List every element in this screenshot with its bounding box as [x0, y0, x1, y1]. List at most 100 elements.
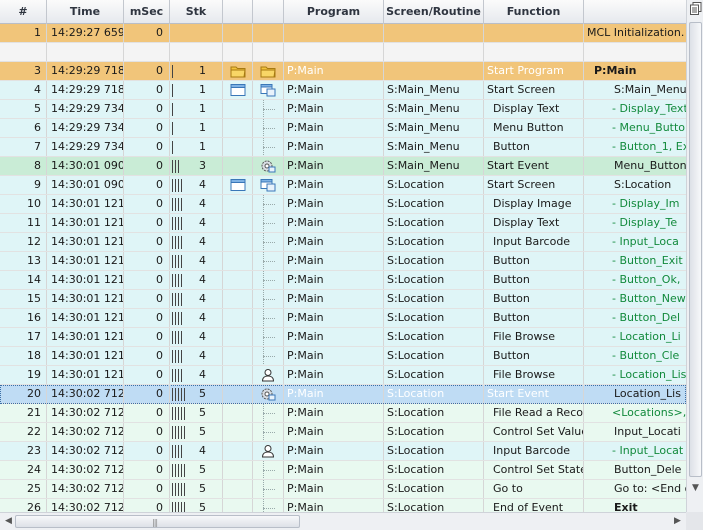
scroll-right-icon[interactable]: ▶: [669, 513, 686, 530]
row-number: 11: [0, 214, 47, 232]
vertical-scrollbar[interactable]: ▼: [686, 0, 703, 512]
row-type-icon: [223, 176, 253, 194]
table-row[interactable]: 18 14:30:01 121 0 4 P:Main S:Location Button - …: [0, 347, 686, 366]
row-time: 14:30:01 121: [47, 271, 124, 289]
table-row[interactable]: 7 14:29:29 734 0 1 P:Main S:Main_Menu Button - …: [0, 138, 686, 157]
table-row[interactable]: 23 14:30:02 712 0 4 P:Main S:Location Input Ba…: [0, 442, 686, 461]
row-stack-depth: 4: [170, 252, 223, 270]
table-row[interactable]: 26 14:30:02 712 0 5 P:Main S:Location End of E…: [0, 499, 686, 512]
event-log-grid[interactable]: # Time mSec Stk Program Screen/Routine F…: [0, 0, 686, 512]
table-row[interactable]: 17 14:30:01 121 0 4 P:Main S:Location File Bro…: [0, 328, 686, 347]
col-header-number[interactable]: #: [0, 0, 47, 24]
scroll-down-icon[interactable]: ▼: [687, 480, 703, 497]
col-header-msec[interactable]: mSec: [124, 0, 170, 24]
table-row[interactable]: 10 14:30:01 121 0 4 P:Main S:Location Display …: [0, 195, 686, 214]
table-row[interactable]: 20 14:30:02 712 0 5 P:Main S:Location Start Ev…: [0, 385, 686, 404]
table-row[interactable]: 1 14:29:27 659 0 MCL Initialization.: [0, 24, 686, 43]
tree-branch-icon: [263, 337, 275, 338]
table-row[interactable]: [0, 43, 686, 62]
tree-branch-icon: [263, 508, 275, 509]
row-program: P:Main: [284, 100, 384, 118]
row-stack-depth: 1: [170, 138, 223, 156]
table-row[interactable]: 21 14:30:02 712 0 5 P:Main S:Location File Rea…: [0, 404, 686, 423]
row-msec: 0: [124, 347, 170, 365]
row-details: MCL Initialization.: [587, 26, 685, 39]
row-tree-icon: [253, 214, 284, 232]
row-type-icon: [223, 214, 253, 232]
row-details: - Button_Del: [612, 311, 681, 324]
row-time: 14:29:29 734: [47, 119, 124, 137]
table-row[interactable]: 4 14:29:29 718 0 1 P:Main S:Main_Menu Start Sc…: [0, 81, 686, 100]
table-row[interactable]: 25 14:30:02 712 0 5 P:Main S:Location Go to Go …: [0, 480, 686, 499]
table-row[interactable]: 15 14:30:01 121 0 4 P:Main S:Location Button - …: [0, 290, 686, 309]
row-number: 13: [0, 252, 47, 270]
row-type-icon: [223, 309, 253, 327]
row-stack-depth: 4: [170, 347, 223, 365]
row-number: 16: [0, 309, 47, 327]
horizontal-scroll-thumb[interactable]: |||: [15, 515, 300, 528]
row-msec: 0: [124, 442, 170, 460]
table-row[interactable]: 16 14:30:01 121 0 4 P:Main S:Location Button - …: [0, 309, 686, 328]
table-row[interactable]: 12 14:30:01 121 0 4 P:Main S:Location Input Ba…: [0, 233, 686, 252]
row-number: 15: [0, 290, 47, 308]
row-function: Start Event: [484, 157, 584, 175]
row-screen-routine: S:Main_Menu: [384, 81, 484, 99]
row-program: P:Main: [284, 176, 384, 194]
col-header-function[interactable]: Function: [484, 0, 584, 24]
col-header-icon2[interactable]: [253, 0, 284, 24]
table-row[interactable]: 19 14:30:01 121 0 4 P:Main S:Location File Bro…: [0, 366, 686, 385]
row-program: P:Main: [284, 252, 384, 270]
horizontal-scrollbar[interactable]: ◀ ||| ▶: [0, 512, 686, 530]
row-number: 5: [0, 100, 47, 118]
row-details: - Display_Text: [612, 102, 686, 115]
row-type-icon: [223, 290, 253, 308]
row-msec: 0: [124, 480, 170, 498]
table-row[interactable]: 11 14:30:01 121 0 4 P:Main S:Location Display …: [0, 214, 686, 233]
row-screen-routine: S:Location: [384, 499, 484, 512]
col-header-screen-routine[interactable]: Screen/Routine: [384, 0, 484, 24]
tree-branch-icon: [263, 318, 275, 319]
stack-depth-value: 4: [199, 349, 206, 362]
row-screen-routine: S:Location: [384, 195, 484, 213]
row-function: Button: [484, 138, 584, 156]
row-details: Go to: <End o: [614, 482, 686, 495]
row-details: - Button_Ok,: [612, 273, 681, 286]
row-number: 4: [0, 81, 47, 99]
table-row[interactable]: 6 14:29:29 734 0 1 P:Main S:Main_Menu Menu But…: [0, 119, 686, 138]
row-program: P:Main: [284, 157, 384, 175]
row-screen-routine: S:Location: [384, 252, 484, 270]
table-row[interactable]: 22 14:30:02 712 0 5 P:Main S:Location Control …: [0, 423, 686, 442]
row-function: Start Screen: [484, 176, 584, 194]
copy-icon[interactable]: [687, 2, 703, 19]
table-row[interactable]: 5 14:29:29 734 0 1 P:Main S:Main_Menu Display …: [0, 100, 686, 119]
col-header-stk[interactable]: Stk: [170, 0, 223, 24]
col-header-icon1[interactable]: [223, 0, 253, 24]
vertical-scroll-thumb[interactable]: [689, 22, 702, 477]
table-row[interactable]: 9 14:30:01 090 0 4 P:Main S:Location Start Scr…: [0, 176, 686, 195]
stack-bars: [172, 426, 185, 439]
row-time: 14:30:01 121: [47, 347, 124, 365]
col-header-details[interactable]: [584, 0, 686, 24]
row-type-icon: [223, 62, 253, 80]
col-header-program[interactable]: Program: [284, 0, 384, 24]
row-tree-icon: [253, 195, 284, 213]
row-function: Menu Button: [484, 119, 584, 137]
col-header-time[interactable]: Time: [47, 0, 124, 24]
table-row[interactable]: 3 14:29:29 718 0 1 P:Main Start Program P:Main: [0, 62, 686, 81]
table-row[interactable]: 24 14:30:02 712 0 5 P:Main S:Location Control …: [0, 461, 686, 480]
row-program: P:Main: [284, 461, 384, 479]
row-function: Control Set State: [484, 461, 584, 479]
tree-branch-icon: [263, 280, 275, 281]
table-row[interactable]: 13 14:30:01 121 0 4 P:Main S:Location Button - …: [0, 252, 686, 271]
row-program: P:Main: [284, 119, 384, 137]
row-function: Button: [484, 271, 584, 289]
table-row[interactable]: 8 14:30:01 090 0 3 P:Main S:Main_Menu Start Ev…: [0, 157, 686, 176]
row-time: 14:29:29 734: [47, 100, 124, 118]
table-row[interactable]: 14 14:30:01 121 0 4 P:Main S:Location Button - …: [0, 271, 686, 290]
row-tree-icon: [253, 176, 284, 194]
row-details: [584, 43, 686, 61]
row-number: 26: [0, 499, 47, 512]
row-function: Display Image: [484, 195, 584, 213]
row-program: P:Main: [284, 138, 384, 156]
row-time: 14:30:01 090: [47, 176, 124, 194]
